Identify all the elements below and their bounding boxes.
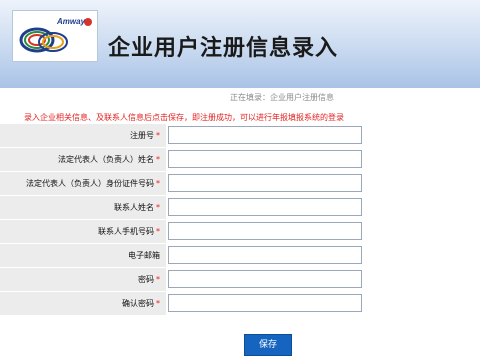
legal-rep-name-input[interactable] xyxy=(168,150,362,168)
logo-brand-text: Amway xyxy=(57,17,86,26)
form-row-legal-rep-id: 法定代表人（负责人）身份证件号码 * xyxy=(0,172,480,196)
form-row-contact-phone: 联系人手机号码 * xyxy=(0,220,480,244)
field-label: 注册号 * xyxy=(130,131,160,140)
contact-phone-input[interactable] xyxy=(168,222,362,240)
form-row-confirm-password: 确认密码 * xyxy=(0,292,480,316)
form-row-contact-name: 联系人姓名 * xyxy=(0,196,480,220)
form-row-email: 电子邮箱 xyxy=(0,244,480,268)
field-label: 法定代表人（负责人）姓名 * xyxy=(58,155,160,164)
required-mark: * xyxy=(156,203,160,212)
required-mark: * xyxy=(156,179,160,188)
registration-number-input[interactable] xyxy=(168,126,362,144)
confirm-password-input[interactable] xyxy=(168,294,362,312)
page-title: 企业用户注册信息录入 xyxy=(108,36,339,61)
email-input[interactable] xyxy=(168,246,362,264)
form-row-registration-number: 注册号 * xyxy=(0,124,480,148)
field-label: 确认密码 * xyxy=(122,299,160,308)
password-input[interactable] xyxy=(168,270,362,288)
required-mark: * xyxy=(156,299,160,308)
registration-form: 注册号 * 法定代表人（负责人）姓名 * 法定代表人（负责人）身份证件号码 * 联系人… xyxy=(0,124,480,316)
field-label: 联系人姓名 * xyxy=(114,203,160,212)
logo: Amway xyxy=(12,10,98,62)
status-line: 正在填录：企业用户注册信息 xyxy=(230,93,334,102)
field-label: 法定代表人（负责人）身份证件号码 * xyxy=(26,179,160,188)
required-mark: * xyxy=(156,155,160,164)
field-label: 密码 * xyxy=(138,275,160,284)
contact-name-input[interactable] xyxy=(168,198,362,216)
required-mark: * xyxy=(156,275,160,284)
required-mark: * xyxy=(156,131,160,140)
required-mark: * xyxy=(156,227,160,236)
form-row-password: 密码 * xyxy=(0,268,480,292)
form-row-legal-rep-name: 法定代表人（负责人）姓名 * xyxy=(0,148,480,172)
page-header: Amway 企业用户注册信息录入 xyxy=(0,0,480,88)
save-button[interactable]: 保存 xyxy=(244,334,292,356)
instruction-text: 录入企业相关信息、及联系人信息后点击保存，即注册成功，可以进行年报填报系统的登录 xyxy=(24,113,344,122)
field-label: 电子邮箱 xyxy=(128,251,160,260)
legal-rep-id-input[interactable] xyxy=(168,174,362,192)
field-label: 联系人手机号码 * xyxy=(98,227,160,236)
